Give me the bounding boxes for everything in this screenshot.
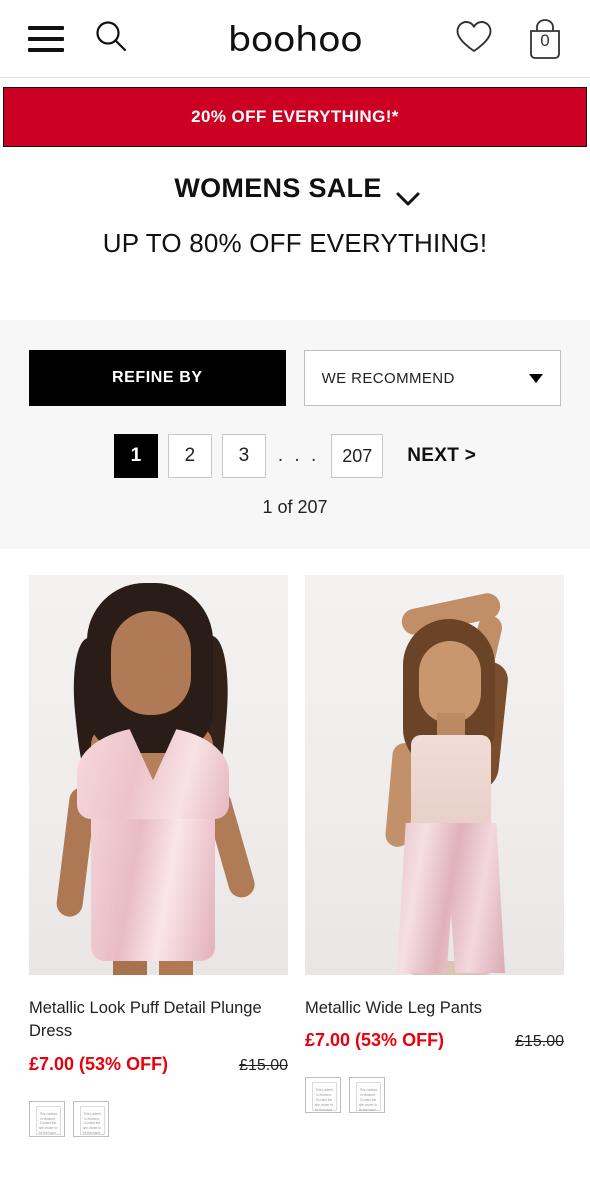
product-title[interactable]: Metallic Wide Leg Pants: [305, 997, 564, 1020]
product-photo-illustration: [29, 575, 288, 975]
product-image[interactable]: [305, 575, 564, 975]
photo-shape: [111, 611, 191, 715]
header-right-actions: 0: [454, 0, 564, 78]
color-swatch[interactable]: This content is blocked. Contact the sit…: [29, 1100, 65, 1137]
product-sale-price: £7.00 (53% OFF): [305, 1030, 445, 1051]
swatch-blocked-label: This content is blocked. Contact the sit…: [38, 1111, 58, 1136]
product-listing-page: boohoo 0 20% OFF EVERYTHING!* WOMENS SAL…: [0, 0, 590, 1200]
photo-shape: [91, 811, 215, 961]
pagination-ellipsis: . . .: [277, 445, 320, 466]
product-price-row: £7.00 (53% OFF) £15.00: [305, 1030, 564, 1051]
pagination-page-3[interactable]: 3: [221, 434, 266, 478]
bag-item-count: 0: [540, 31, 550, 50]
promo-banner-text: 20% OFF EVERYTHING!*: [191, 107, 399, 126]
site-header: boohoo 0: [0, 0, 590, 78]
pagination-last-page[interactable]: 207: [331, 434, 384, 478]
swatch-blocked-label: This content is blocked. Contact the sit…: [358, 1088, 378, 1112]
filter-row: REFINE BY WE RECOMMEND: [0, 320, 590, 406]
photo-shape: [411, 735, 491, 831]
product-card: Metallic Look Puff Detail Plunge Dress £…: [29, 575, 288, 1137]
sort-dropdown-value: WE RECOMMEND: [321, 369, 455, 387]
hamburger-line: [28, 36, 64, 41]
product-color-swatches: This content is blocked. Contact the sit…: [29, 1100, 288, 1137]
swatch-blocked-label: This content is blocked. Contact the sit…: [82, 1111, 102, 1136]
category-subtitle: UP TO 80% OFF EVERYTHING!: [102, 228, 488, 258]
category-title[interactable]: WOMENS SALE: [0, 173, 590, 205]
heart-icon[interactable]: [454, 19, 494, 60]
logo-text: boohoo: [227, 19, 363, 59]
product-price-row: £7.00 (53% OFF) £15.00: [29, 1054, 288, 1075]
pagination-page-2[interactable]: 2: [167, 434, 212, 478]
product-sale-price: £7.00 (53% OFF): [29, 1053, 169, 1074]
product-image[interactable]: [29, 575, 288, 975]
filter-and-pagination-bar: REFINE BY WE RECOMMEND 1 2 3 . . . 207 N…: [0, 320, 590, 549]
hamburger-menu-icon[interactable]: [28, 25, 64, 52]
pagination-next-button[interactable]: NEXT >: [407, 445, 476, 467]
color-swatch[interactable]: This content is blocked. Contact the sit…: [349, 1077, 385, 1114]
photo-shape: [419, 641, 481, 723]
swatch-blocked-label: This content is blocked. Contact the sit…: [314, 1088, 334, 1112]
product-grid: Metallic Look Puff Detail Plunge Dress £…: [0, 575, 590, 1137]
product-original-price: £15.00: [239, 1056, 288, 1074]
product-original-price: £15.00: [515, 1033, 564, 1051]
pagination-page-1[interactable]: 1: [113, 434, 158, 478]
category-title-text: WOMENS SALE: [174, 173, 382, 203]
search-icon[interactable]: [94, 19, 128, 58]
shopping-bag-icon[interactable]: 0: [526, 18, 564, 60]
promo-banner[interactable]: 20% OFF EVERYTHING!*: [3, 87, 587, 147]
header-left-actions: [0, 19, 128, 58]
pagination: 1 2 3 . . . 207 NEXT >: [0, 434, 590, 478]
product-title[interactable]: Metallic Look Puff Detail Plunge Dress: [29, 997, 288, 1044]
sort-dropdown[interactable]: WE RECOMMEND: [303, 350, 561, 406]
pagination-count-label: 1 of 207: [262, 497, 328, 517]
product-color-swatches: This content is blocked. Contact the sit…: [305, 1077, 564, 1114]
hamburger-line: [28, 25, 64, 30]
hamburger-line: [28, 47, 64, 52]
product-photo-illustration: [305, 575, 564, 975]
color-swatch[interactable]: This content is blocked. Contact the sit…: [305, 1077, 341, 1114]
chevron-down-icon[interactable]: [396, 183, 420, 205]
color-swatch[interactable]: This content is blocked. Contact the sit…: [73, 1100, 109, 1137]
product-card: Metallic Wide Leg Pants £7.00 (53% OFF) …: [305, 575, 564, 1137]
refine-by-button[interactable]: REFINE BY: [29, 350, 286, 406]
caret-down-icon: [529, 373, 543, 383]
